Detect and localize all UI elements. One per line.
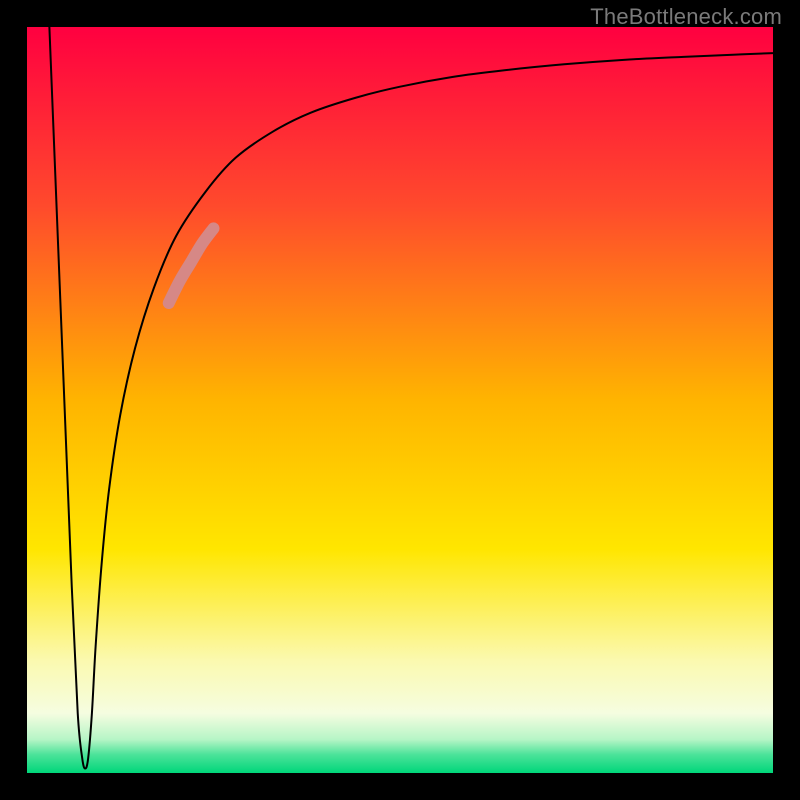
bottleneck-chart xyxy=(0,0,800,800)
chart-stage: TheBottleneck.com xyxy=(0,0,800,800)
watermark-text: TheBottleneck.com xyxy=(590,4,782,30)
plot-background xyxy=(27,27,773,773)
